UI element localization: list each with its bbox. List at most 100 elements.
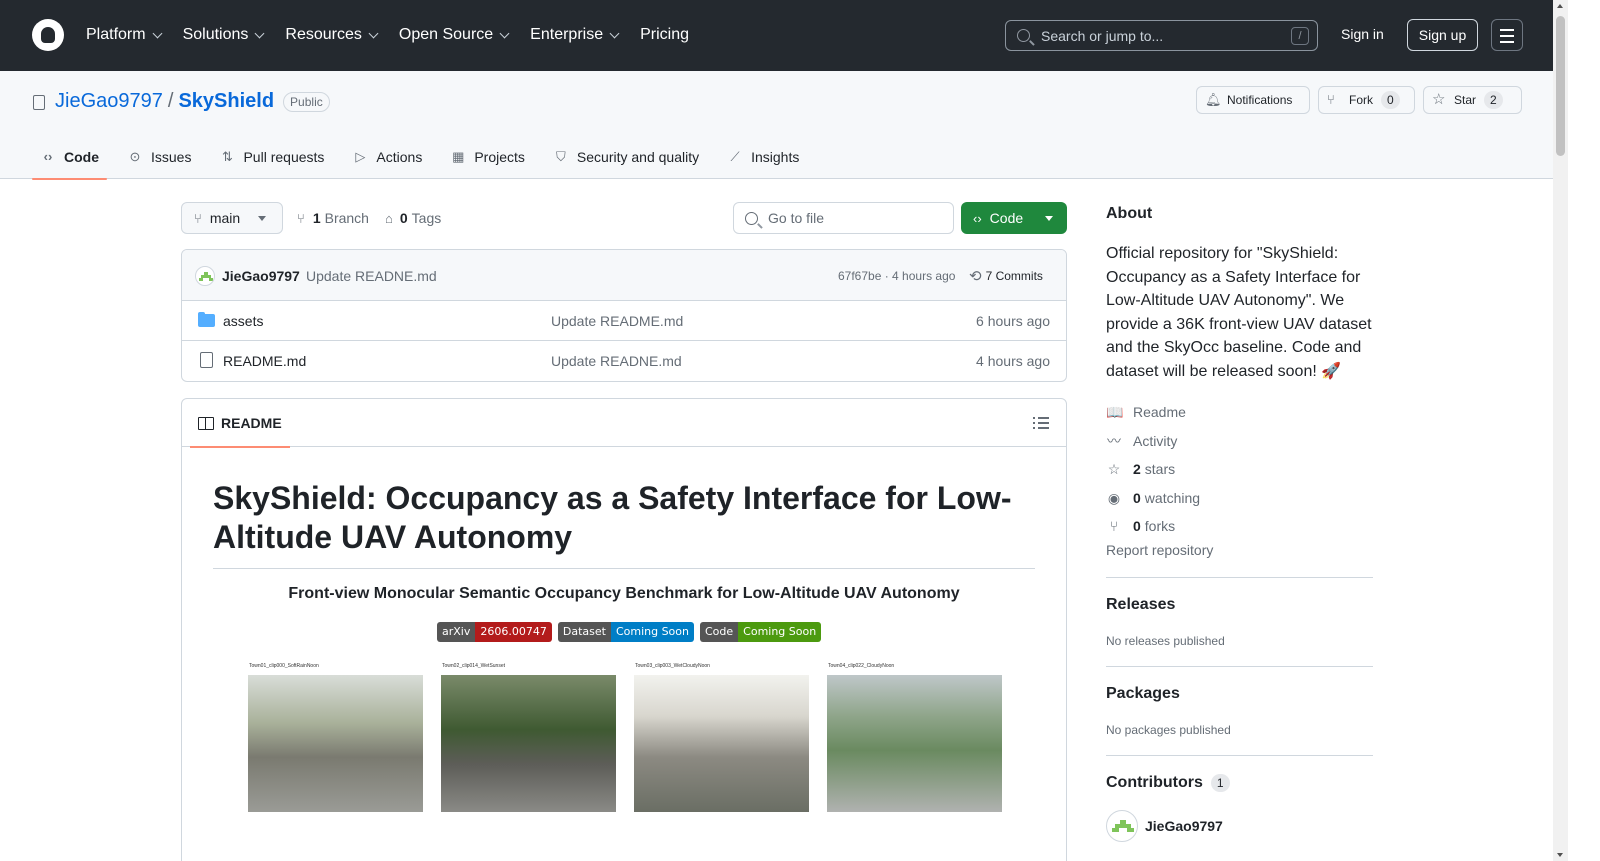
global-header: Platform Solutions Resources Open Source Ent… [0,0,1553,71]
book-icon: 📖 [1106,404,1124,421]
nav-item-solutions[interactable]: Solutions [182,24,265,46]
releases-note: No releases published [1106,634,1225,648]
about-link-Readme[interactable]: 📖 Readme [1106,398,1200,427]
commit-author[interactable]: JieGao9797 [222,268,300,284]
go-to-file[interactable] [733,202,954,234]
page-scrollbar[interactable] [1553,0,1568,861]
notifications-button[interactable]: 🔔︎ Notifications [1196,86,1310,114]
contributor-name[interactable]: JieGao9797 [1145,818,1223,834]
repo-separator: / [167,90,174,112]
tab-label: Pull requests [243,148,325,165]
global-search[interactable]: / [1005,20,1318,51]
repo-icon [33,95,45,110]
report-repository-link[interactable]: Report repository [1106,542,1213,558]
file-commit-message[interactable]: Update READNE.md [551,353,682,369]
badge-code[interactable]: Code Coming Soon [699,622,822,642]
file-commit-message[interactable]: Update README.md [551,313,683,329]
packages-heading[interactable]: Packages [1106,685,1180,703]
about-link-forks[interactable]: ⑂ 0 forks [1106,512,1200,541]
repo-owner-link[interactable]: JieGao9797 [55,90,163,113]
nav-item-resources[interactable]: Resources [285,24,379,46]
file-name-link[interactable]: assets [223,313,263,329]
chevron-down-icon [368,28,379,38]
fork-count: 0 [1381,91,1400,109]
contributor-item[interactable]: JieGao9797 [1106,810,1223,842]
star-icon: ☆ [1107,461,1121,478]
scrollbar-thumb[interactable] [1556,16,1565,156]
about-link-label: watching [1144,489,1201,506]
commits-link[interactable]: ⟲ 7 Commits [969,267,1043,285]
tag-count: 0 [399,210,408,226]
readme-thumbnail[interactable]: Town02_clip014_WetSunset [441,664,616,812]
file-row[interactable]: README.md Update READNE.md 4 hours ago [182,341,1066,381]
search-icon [745,211,758,225]
tags-link[interactable]: ⌂ 0 Tags [385,210,441,226]
badge-value: Coming Soon [738,622,822,642]
scene-image [827,675,1002,812]
author-avatar[interactable] [195,266,215,286]
fork-button[interactable]: ⑂ Fork 0 [1318,86,1415,114]
badge-value: 2606.00747 [475,622,552,642]
branch-name: main [209,210,241,226]
tab-projects[interactable]: ▦ Projects [442,134,533,179]
branches-link[interactable]: ⑂ 1 Branch [297,210,369,226]
star-button[interactable]: ☆ Star 2 [1423,86,1522,114]
nav-item-platform[interactable]: Platform [86,24,163,46]
branch-icon: ⑂ [194,210,202,226]
readme-thumbnail[interactable]: Town04_clip022_CloudyNoon [827,664,1002,812]
chevron-down-icon [499,28,510,38]
readme-tab[interactable]: README [190,399,290,448]
github-logo-icon[interactable] [32,19,64,51]
repo-name-link[interactable]: SkyShield [178,90,274,113]
search-input[interactable] [1041,27,1281,44]
commit-hash-time[interactable]: 67f67be · 4 hours ago [838,269,955,283]
readme-thumbnail[interactable]: Town01_clip000_SoftRainNoon [248,664,423,812]
nav-item-pricing[interactable]: Pricing [640,24,689,46]
chevron-down-icon [254,28,265,38]
thumbnail-caption: Town03_clip003_WetCloudyNoon [635,663,710,669]
badge-dataset[interactable]: Dataset Coming Soon [557,622,694,642]
badge-arxiv[interactable]: arXiv 2606.00747 [437,622,552,642]
nav-item-label: Solutions [182,26,249,43]
file-name-link[interactable]: README.md [223,353,306,369]
commit-message[interactable]: Update READNE.md [306,268,437,284]
star-count: 2 [1484,91,1503,109]
scroll-down-icon[interactable] [1557,853,1563,857]
file-row[interactable]: assets Update README.md 6 hours ago [182,301,1066,341]
about-links: 📖 Readme 〰 Activity ☆ 2 stars ◉ 0 watching ⑂ 0 forks [1106,398,1200,541]
readme-header: README [182,399,1066,448]
about-link-count: 0 [1133,489,1141,506]
chevron-down-icon [258,215,267,221]
tab-issues[interactable]: ⊙ Issues [119,134,199,179]
about-link-Activity[interactable]: 〰 Activity [1106,427,1200,456]
readme-subtitle: Front-view Monocular Semantic Occupancy … [288,585,960,602]
tab-pull-requests[interactable]: ⇅ Pull requests [211,134,332,179]
about-link-label: forks [1144,518,1176,535]
releases-heading[interactable]: Releases [1106,596,1175,614]
nav-item-enterprise[interactable]: Enterprise [530,24,620,46]
readme-title: SkyShield: Occupancy as a Safety Interfa… [213,479,1035,569]
readme-thumbnail[interactable]: Town03_clip003_WetCloudyNoon [634,664,809,812]
about-link-label: Readme [1133,404,1186,421]
badge-label: arXiv [437,622,476,642]
contributors-heading[interactable]: Contributors 1 [1106,774,1230,792]
tab-security-and-quality[interactable]: ⛉ Security and quality [545,134,707,179]
sign-in-link[interactable]: Sign in [1341,26,1384,42]
tab-actions[interactable]: ▷ Actions [344,134,430,179]
sign-up-button[interactable]: Sign up [1407,19,1478,51]
scroll-up-icon[interactable] [1557,4,1563,8]
file-commit-time: 4 hours ago [976,353,1050,369]
tab-code[interactable]: ‹› Code [32,134,107,180]
list-icon[interactable] [1033,416,1049,430]
tab-insights[interactable]: ⟋ Insights [719,134,807,179]
nav-item-open-source[interactable]: Open Source [399,24,510,46]
go-to-file-input[interactable] [768,210,948,226]
code-button[interactable]: ‹› Code [961,202,1067,234]
about-link-watching[interactable]: ◉ 0 watching [1106,484,1200,513]
about-link-stars[interactable]: ☆ 2 stars [1106,455,1200,484]
tab-label: Insights [751,148,800,165]
contributor-avatar[interactable] [1106,810,1138,842]
menu-icon[interactable] [1491,19,1523,51]
branch-selector[interactable]: ⑂ main [181,202,283,234]
readme-thumbnails: Town01_clip000_SoftRainNoon Town02_clip01… [248,664,1002,812]
